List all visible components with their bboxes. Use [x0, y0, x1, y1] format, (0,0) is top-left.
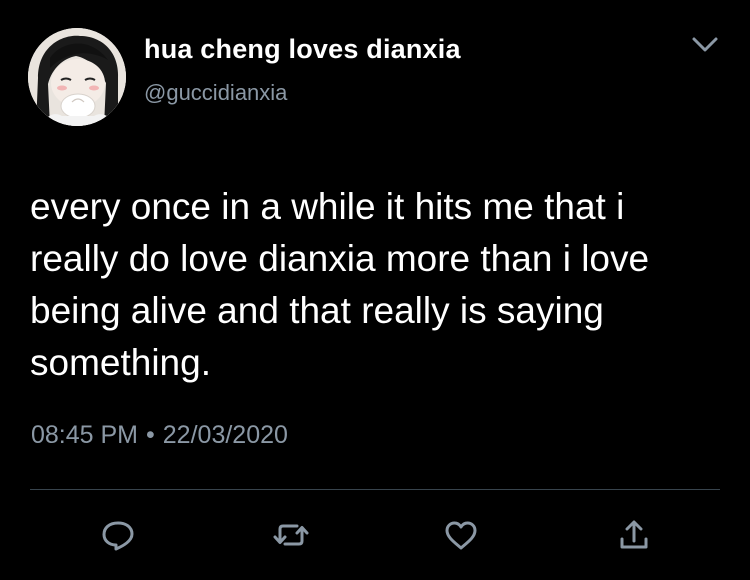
- heart-icon: [445, 521, 477, 550]
- share-button[interactable]: [614, 515, 654, 555]
- tweet-date: 22/03/2020: [162, 421, 288, 449]
- tweet-timestamp[interactable]: 08:45 PM • 22/03/2020: [31, 421, 288, 450]
- meta-separator: •: [146, 421, 155, 449]
- tweet-text: every once in a while it hits me that i …: [30, 181, 730, 389]
- share-icon: [620, 520, 648, 549]
- reply-icon: [102, 521, 134, 551]
- tweet-text-line: something.: [30, 342, 211, 383]
- tweet-text-line: every once in a while it hits me that i: [30, 186, 625, 227]
- like-button[interactable]: [441, 515, 481, 555]
- display-name[interactable]: hua cheng loves dianxia: [144, 34, 461, 65]
- tweet-time: 08:45 PM: [31, 421, 139, 449]
- reply-button[interactable]: [98, 515, 138, 555]
- avatar[interactable]: [28, 28, 126, 126]
- divider: [30, 489, 720, 490]
- retweet-button[interactable]: [271, 515, 311, 555]
- tweet-text-line: being alive and that really is saying: [30, 290, 604, 331]
- tweet-card: hua cheng loves dianxia @guccidianxia ev…: [0, 0, 750, 580]
- avatar-image: [28, 28, 126, 126]
- retweet-icon: [273, 524, 309, 546]
- tweet-text-line: really do love dianxia more than i love: [30, 238, 650, 279]
- chevron-down-icon[interactable]: [690, 34, 720, 56]
- user-handle[interactable]: @guccidianxia: [144, 80, 287, 106]
